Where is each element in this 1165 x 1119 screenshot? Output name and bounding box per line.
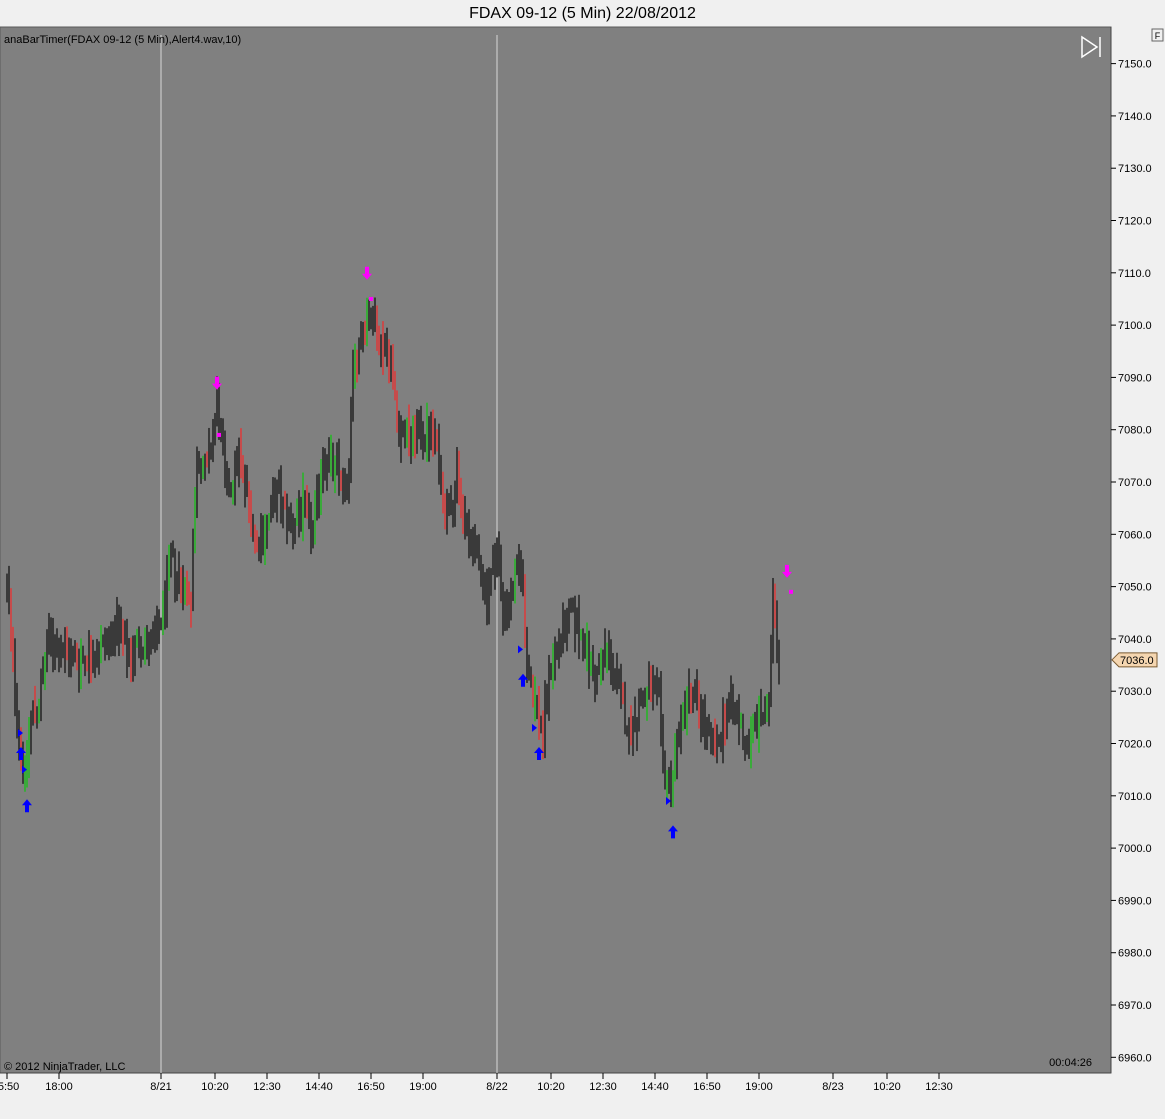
y-tick-label: 6970.0	[1118, 1000, 1152, 1012]
y-tick-label: 7110.0	[1118, 268, 1151, 280]
price-chart[interactable]: 6960.0 6970.0 6980.0 6990.0 7000.0 7010.0 7020…	[0, 0, 1165, 1119]
y-tick-label: 6990.0	[1118, 895, 1152, 907]
y-tick-label: 7130.0	[1118, 163, 1152, 175]
fixed-scale-button[interactable]: F	[1151, 28, 1164, 42]
x-tick-label: 18:00	[45, 1081, 73, 1093]
svg-text:7036.0: 7036.0	[1120, 655, 1154, 667]
indicator-label: anaBarTimer(FDAX 09-12 (5 Min),Alert4.wa…	[4, 34, 241, 46]
y-tick-label: 7060.0	[1118, 529, 1152, 541]
y-tick-label: 6980.0	[1118, 948, 1152, 960]
y-tick-label: 7040.0	[1118, 634, 1152, 646]
sell-marker	[789, 589, 793, 594]
x-tick-label: 14:40	[305, 1081, 333, 1093]
price-axis[interactable]	[1111, 27, 1165, 1073]
x-tick-label: 16:50	[357, 1081, 385, 1093]
time-axis[interactable]	[0, 1073, 1111, 1119]
x-tick-label: 8/21	[150, 1081, 171, 1093]
x-tick-label: 10:20	[201, 1081, 229, 1093]
x-tick-label: 10:20	[537, 1081, 565, 1093]
last-price-marker: 7036.0	[1111, 652, 1158, 668]
y-tick-label: 7000.0	[1118, 843, 1152, 855]
x-tick-label: 8/23	[822, 1081, 843, 1093]
svg-text:F: F	[1155, 31, 1161, 41]
y-tick-label: 7100.0	[1118, 320, 1152, 332]
y-tick-label: 7010.0	[1118, 791, 1152, 803]
x-tick-label: 19:00	[409, 1081, 437, 1093]
x-tick-label: 12:30	[925, 1081, 953, 1093]
x-tick-label: 12:30	[253, 1081, 281, 1093]
x-tick-label: 14:40	[641, 1081, 669, 1093]
y-tick-label: 7030.0	[1118, 686, 1152, 698]
y-tick-label: 7150.0	[1118, 59, 1152, 71]
y-tick-label: 7080.0	[1118, 425, 1152, 437]
sell-marker	[217, 432, 221, 437]
bar-timer-text: 00:04:26	[1049, 1057, 1092, 1069]
x-tick-label: :5:50	[0, 1081, 19, 1093]
y-tick-label: 7090.0	[1118, 372, 1152, 384]
sell-marker	[369, 296, 373, 301]
x-tick-label: 10:20	[873, 1081, 901, 1093]
y-tick-label: 7120.0	[1118, 216, 1152, 228]
x-tick-label: 16:50	[693, 1081, 721, 1093]
y-tick-label: 7070.0	[1118, 477, 1152, 489]
y-tick-label: 7140.0	[1118, 111, 1152, 123]
plot-area[interactable]	[0, 26, 1112, 1074]
y-tick-label: 6960.0	[1118, 1052, 1152, 1064]
x-tick-label: 12:30	[589, 1081, 617, 1093]
copyright-text: © 2012 NinjaTrader, LLC	[4, 1061, 125, 1073]
x-tick-label: 19:00	[745, 1081, 773, 1093]
x-tick-label: 8/22	[486, 1081, 507, 1093]
y-tick-label: 7020.0	[1118, 739, 1152, 751]
y-tick-label: 7050.0	[1118, 582, 1152, 594]
